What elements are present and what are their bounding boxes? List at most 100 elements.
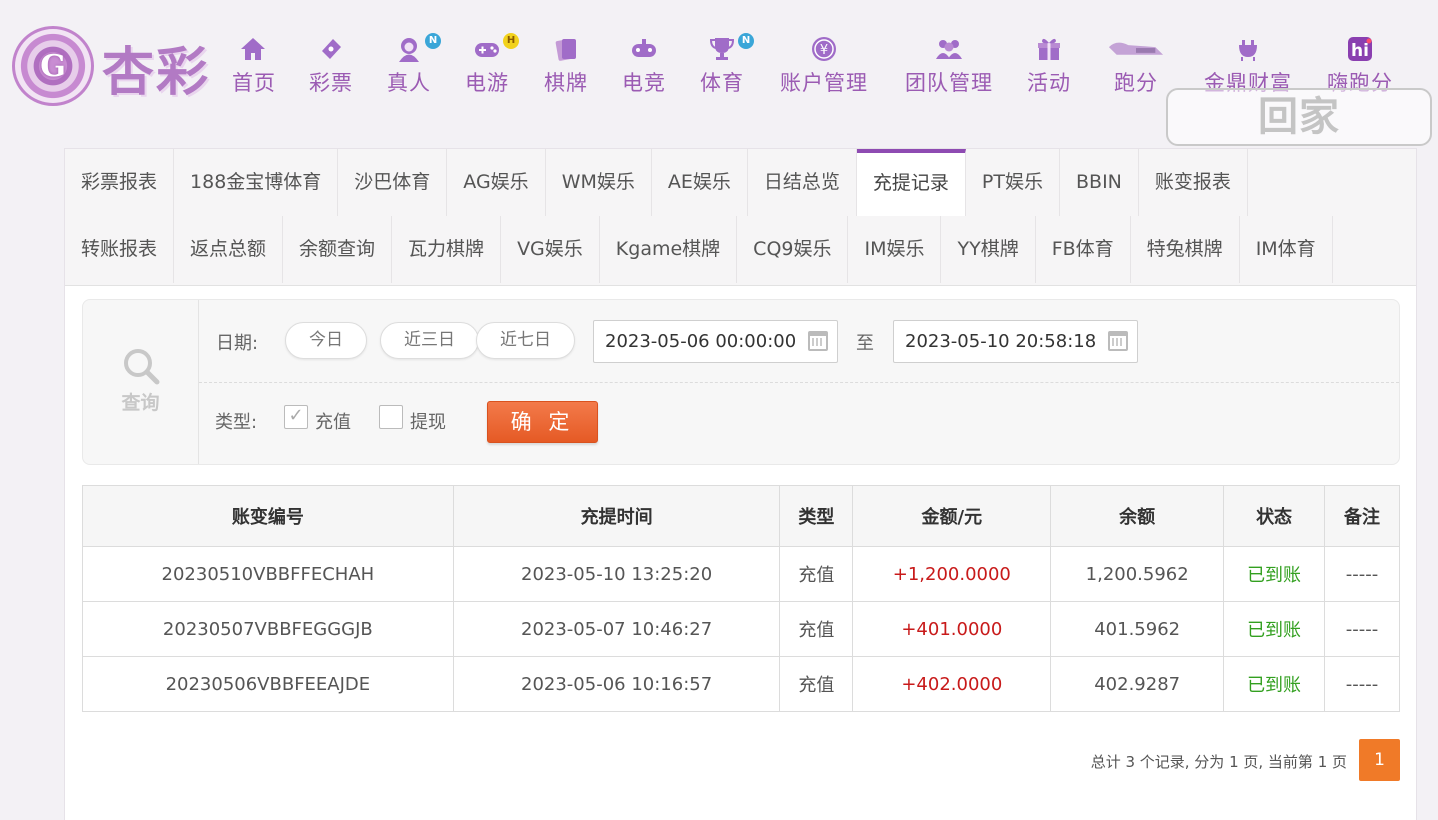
query-side-label: 查询 (83, 300, 199, 464)
svg-text:¥: ¥ (820, 43, 828, 58)
nav-item-lottery[interactable]: 彩票 (309, 34, 353, 100)
tab-pt[interactable]: PT娱乐 (965, 149, 1060, 216)
nav-item-home[interactable]: 首页 (232, 34, 275, 100)
lottery-ticket-icon (315, 35, 347, 65)
tab-fb-sports[interactable]: FB体育 (1035, 216, 1131, 283)
col-header-note: 备注 (1324, 485, 1400, 547)
nav-item-team[interactable]: 团队管理 (903, 34, 995, 100)
tab-saba-sports[interactable]: 沙巴体育 (338, 149, 448, 216)
range-7days-button[interactable]: 近七日 (476, 322, 575, 359)
cell-time: 2023-05-10 13:25:20 (452, 546, 781, 602)
table-row: 20230506VBBFEEAJDE 2023-05-06 10:16:57 充… (82, 656, 1400, 712)
tab-ag[interactable]: AG娱乐 (447, 149, 546, 216)
svg-text:hi: hi (1351, 41, 1369, 61)
trophy-icon: N (706, 33, 754, 65)
end-date-input[interactable]: 2023-05-10 20:58:18 (893, 320, 1138, 363)
withdraw-label[interactable]: 提现 (410, 408, 446, 434)
tab-im-sports[interactable]: IM体育 (1239, 216, 1333, 283)
page-button-current[interactable]: 1 (1359, 739, 1400, 781)
type-label: 类型: (215, 412, 258, 433)
tab-cq9[interactable]: CQ9娱乐 (737, 216, 849, 283)
cell-id: 20230510VBBFFECHAH (82, 546, 454, 602)
col-header-id: 账变编号 (82, 485, 454, 547)
col-header-amount: 金额/元 (852, 485, 1052, 547)
nav-item-live[interactable]: N 真人 (387, 33, 441, 100)
cell-balance: 402.9287 (1050, 656, 1225, 712)
nav-item-promotions[interactable]: 活动 (1026, 34, 1072, 100)
tab-ae[interactable]: AE娱乐 (651, 149, 748, 216)
tab-rebate-total[interactable]: 返点总额 (174, 216, 284, 283)
nav-item-account[interactable]: ¥ 账户管理 (778, 34, 870, 100)
tab-bbin[interactable]: BBIN (1060, 149, 1139, 216)
tab-yy-chess[interactable]: YY棋牌 (941, 216, 1036, 283)
gamepad-icon: H (471, 33, 519, 65)
tab-row-2: 转账报表 返点总额 余额查询 瓦力棋牌 VG娱乐 Kgame棋牌 CQ9娱乐 I… (65, 216, 1333, 283)
table-row: 20230510VBBFFECHAH 2023-05-10 13:25:20 充… (82, 546, 1400, 602)
type-row: 类型: ✓ 充值 提现 确 定 (199, 383, 1399, 464)
pagination-summary: 总计 3 个记录, 分为 1 页, 当前第 1 页 (1090, 753, 1347, 771)
withdraw-checkbox[interactable] (379, 405, 403, 429)
tab-kgame-chess[interactable]: Kgame棋牌 (599, 216, 738, 283)
date-row: 日期: 今日 近三日 近七日 2023-05-06 00:00:00 至 202… (199, 300, 1399, 383)
tab-lottery-report[interactable]: 彩票报表 (65, 149, 175, 216)
hi-icon: hi (1344, 35, 1376, 65)
tab-wali-chess[interactable]: 瓦力棋牌 (392, 216, 502, 283)
team-icon (933, 35, 965, 65)
query-form: 查询 日期: 今日 近三日 近七日 2023-05-06 00:00:00 至 … (82, 299, 1400, 465)
start-date-input[interactable]: 2023-05-06 00:00:00 (593, 320, 838, 363)
date-label: 日期: (216, 333, 259, 354)
search-icon (123, 349, 159, 385)
cell-status: 已到账 (1223, 546, 1326, 602)
cell-id: 20230506VBBFEEAJDE (82, 656, 454, 712)
calendar-icon[interactable] (808, 331, 828, 351)
calendar-icon[interactable] (1108, 331, 1128, 351)
records-table: 账变编号 充提时间 类型 金额/元 余额 状态 备注 20230510VBBFF… (82, 485, 1400, 712)
gift-icon (1033, 35, 1065, 65)
watermark: 回家110.com (1166, 88, 1432, 194)
tab-wm[interactable]: WM娱乐 (545, 149, 652, 216)
yen-coin-icon: ¥ (808, 35, 840, 65)
nav-item-sports[interactable]: N 体育 (700, 33, 754, 100)
new-badge: N (425, 33, 441, 49)
to-label: 至 (856, 333, 874, 354)
tab-tetu-chess[interactable]: 特兔棋牌 (1130, 216, 1240, 283)
report-panel: 彩票报表 188金宝博体育 沙巴体育 AG娱乐 WM娱乐 AE娱乐 日结总览 充… (64, 148, 1417, 820)
new-badge: N (738, 33, 754, 49)
cell-note: ----- (1324, 546, 1400, 602)
cell-balance: 401.5962 (1050, 601, 1225, 657)
cell-id: 20230507VBBFEGGGJB (82, 601, 454, 657)
col-header-type: 类型 (779, 485, 854, 547)
cell-type: 充值 (779, 601, 854, 657)
cell-amount: +401.0000 (852, 601, 1052, 657)
nav-item-slots[interactable]: H 电游 (465, 33, 519, 100)
tab-deposit-withdraw-records[interactable]: 充提记录 (856, 149, 966, 216)
nav-item-chess[interactable]: 棋牌 (544, 34, 588, 100)
cards-icon (550, 35, 582, 65)
cell-time: 2023-05-06 10:16:57 (452, 656, 781, 712)
tab-188-sports[interactable]: 188金宝博体育 (174, 149, 339, 216)
range-today-button[interactable]: 今日 (285, 322, 367, 359)
deposit-label[interactable]: 充值 (315, 408, 351, 434)
tab-balance-query[interactable]: 余额查询 (283, 216, 393, 283)
tab-vg[interactable]: VG娱乐 (501, 216, 600, 283)
tab-im[interactable]: IM娱乐 (848, 216, 942, 283)
tab-daily-summary[interactable]: 日结总览 (747, 149, 857, 216)
tab-account-change-report[interactable]: 账变报表 (1138, 149, 1248, 216)
esports-controller-icon (628, 35, 660, 65)
deposit-checkbox[interactable]: ✓ (284, 405, 308, 429)
tab-transfer-report[interactable]: 转账报表 (65, 216, 175, 283)
cell-amount: +1,200.0000 (852, 546, 1052, 602)
cell-time: 2023-05-07 10:46:27 (452, 601, 781, 657)
pagination: 总计 3 个记录, 分为 1 页, 当前第 1 页 1 (65, 739, 1400, 783)
table-row: 20230507VBBFEGGGJB 2023-05-07 10:46:27 充… (82, 601, 1400, 657)
runner-icon (1106, 35, 1166, 65)
cell-note: ----- (1324, 656, 1400, 712)
cell-type: 充值 (779, 546, 854, 602)
cell-type: 充值 (779, 656, 854, 712)
confirm-button[interactable]: 确 定 (487, 401, 598, 443)
top-header: G 杏彩 首页 彩票 N 真人 H 电游 棋牌 电竞 N 体育 ¥ 账户管理 团… (0, 0, 1438, 194)
nav-item-esports[interactable]: 电竞 (622, 34, 666, 100)
cell-note: ----- (1324, 601, 1400, 657)
nav-item-paofen[interactable]: 跑分 (1104, 34, 1168, 100)
range-3days-button[interactable]: 近三日 (380, 322, 479, 359)
